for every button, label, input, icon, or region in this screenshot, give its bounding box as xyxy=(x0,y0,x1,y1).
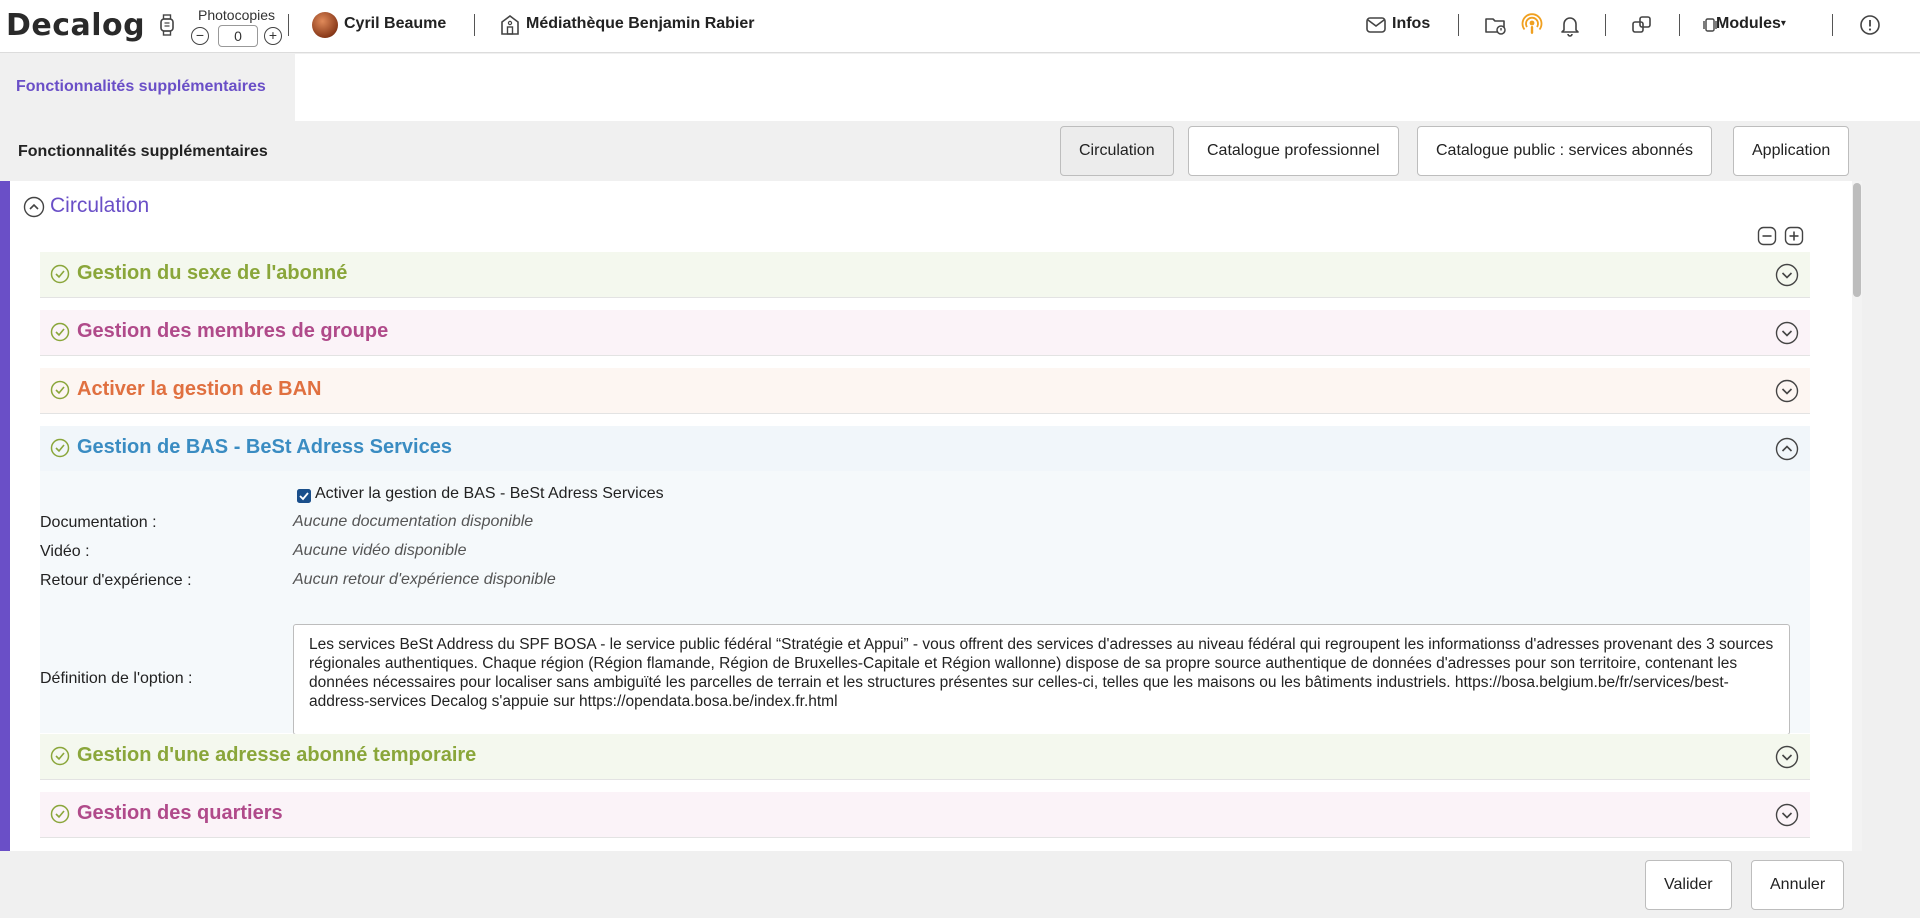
bell-icon[interactable] xyxy=(1558,13,1582,37)
validate-button[interactable]: Valider xyxy=(1645,860,1732,910)
user-name[interactable]: Cyril Beaume xyxy=(344,15,446,33)
feature-title: Gestion des membres de groupe xyxy=(77,320,389,342)
decalog-logo[interactable]: Decalog xyxy=(6,8,145,43)
divider xyxy=(1605,14,1606,36)
library-building-icon xyxy=(501,15,519,35)
chevron-down-circle-icon[interactable] xyxy=(1775,379,1799,403)
tab-label: Fonctionnalités supplémentaires xyxy=(16,78,266,95)
feature-row-ban[interactable]: Activer la gestion de BAN xyxy=(40,368,1810,414)
podcast-icon[interactable] xyxy=(1520,13,1544,37)
retour-value: Aucun retour d'expérience disponible xyxy=(293,571,556,588)
check-circle-icon xyxy=(50,380,70,400)
feature-row-sexe[interactable]: Gestion du sexe de l'abonné xyxy=(40,252,1810,298)
user-avatar[interactable] xyxy=(312,12,338,38)
feature-row-adresse-temporaire[interactable]: Gestion d'une adresse abonné temporaire xyxy=(40,734,1810,780)
retour-label: Retour d'expérience : xyxy=(40,572,192,589)
divider xyxy=(474,14,475,36)
feature-title: Gestion d'une adresse abonné temporaire xyxy=(77,744,477,766)
feature-title: Gestion des quartiers xyxy=(77,802,283,824)
divider xyxy=(288,14,289,36)
feature-detail-bas: Activer la gestion de BAS - BeSt Adress … xyxy=(40,471,1810,735)
panel-accent-bar xyxy=(0,181,10,851)
documentation-value: Aucune documentation disponible xyxy=(293,513,534,530)
filter-application-button[interactable]: Application xyxy=(1733,126,1850,176)
feature-row-membres[interactable]: Gestion des membres de groupe xyxy=(40,310,1810,356)
check-circle-icon xyxy=(50,322,70,342)
library-name[interactable]: Médiathèque Benjamin Rabier xyxy=(526,15,755,33)
tab-fonctionnalites[interactable]: Fonctionnalités supplémentaires xyxy=(0,54,295,121)
video-value: Aucune vidéo disponible xyxy=(293,542,467,559)
page-title: Fonctionnalités supplémentaires xyxy=(18,143,268,160)
check-circle-icon xyxy=(50,746,70,766)
documentation-label: Documentation : xyxy=(40,514,157,531)
group-title[interactable]: Circulation xyxy=(50,194,149,218)
chevron-down-circle-icon[interactable] xyxy=(1775,263,1799,287)
increment-button[interactable]: + xyxy=(264,27,282,45)
divider xyxy=(1679,14,1680,36)
mail-icon xyxy=(1366,17,1386,33)
watch-icon[interactable] xyxy=(158,14,176,36)
divider xyxy=(1458,14,1459,36)
feature-title: Gestion de BAS - BeSt Adress Services xyxy=(77,436,452,458)
filter-catalogue-public-button[interactable]: Catalogue public : services abonnés xyxy=(1417,126,1713,176)
photocopies-stepper: Photocopies − 0 + xyxy=(190,6,286,50)
check-circle-icon xyxy=(50,804,70,824)
photocopies-label: Photocopies xyxy=(198,7,276,23)
chevron-up-circle-icon[interactable] xyxy=(1775,437,1799,461)
info-icon[interactable] xyxy=(1858,13,1882,37)
filter-circulation-button[interactable]: Circulation xyxy=(1060,126,1174,176)
caret-down-icon: ▾ xyxy=(1780,18,1786,29)
chevron-down-circle-icon[interactable] xyxy=(1775,803,1799,827)
windows-icon[interactable] xyxy=(1630,13,1654,37)
feature-row-bas[interactable]: Gestion de BAS - BeSt Adress Services xyxy=(40,426,1810,472)
chevron-down-circle-icon[interactable] xyxy=(1775,745,1799,769)
top-bar: Decalog Photocopies − 0 + Cyril Beaume M… xyxy=(0,0,1920,53)
expand-all-icon[interactable] xyxy=(1784,226,1804,246)
collapse-all-icon[interactable] xyxy=(1757,226,1777,246)
check-circle-icon xyxy=(50,264,70,284)
chevron-down-circle-icon[interactable] xyxy=(1775,321,1799,345)
decrement-button[interactable]: − xyxy=(191,27,209,45)
infos-label: Infos xyxy=(1392,15,1431,32)
divider xyxy=(1832,14,1833,36)
check-circle-icon xyxy=(50,438,70,458)
feature-title: Gestion du sexe de l'abonné xyxy=(77,262,348,284)
enable-bas-label[interactable]: Activer la gestion de BAS - BeSt Adress … xyxy=(315,485,664,503)
video-label: Vidéo : xyxy=(40,543,90,560)
tab-strip: Fonctionnalités supplémentaires xyxy=(0,54,1920,121)
enable-bas-checkbox[interactable] xyxy=(297,489,311,503)
feature-row-quartiers[interactable]: Gestion des quartiers xyxy=(40,792,1810,838)
filter-catalogue-pro-button[interactable]: Catalogue professionnel xyxy=(1188,126,1399,176)
definition-label: Définition de l'option : xyxy=(40,670,193,687)
photocopies-input[interactable]: 0 xyxy=(218,25,258,47)
folder-icon[interactable] xyxy=(1484,13,1508,37)
cancel-button[interactable]: Annuler xyxy=(1751,860,1845,910)
feature-title: Activer la gestion de BAN xyxy=(77,378,322,400)
features-panel: Circulation Gestion du sexe de l'abonné … xyxy=(0,181,1862,851)
scrollbar-thumb[interactable] xyxy=(1853,183,1861,297)
modules-menu[interactable]: Modules▾ xyxy=(1716,15,1786,33)
chevron-up-circle-icon[interactable] xyxy=(23,196,45,218)
definition-textarea[interactable]: Les services BeSt Address du SPF BOSA - … xyxy=(293,624,1790,735)
